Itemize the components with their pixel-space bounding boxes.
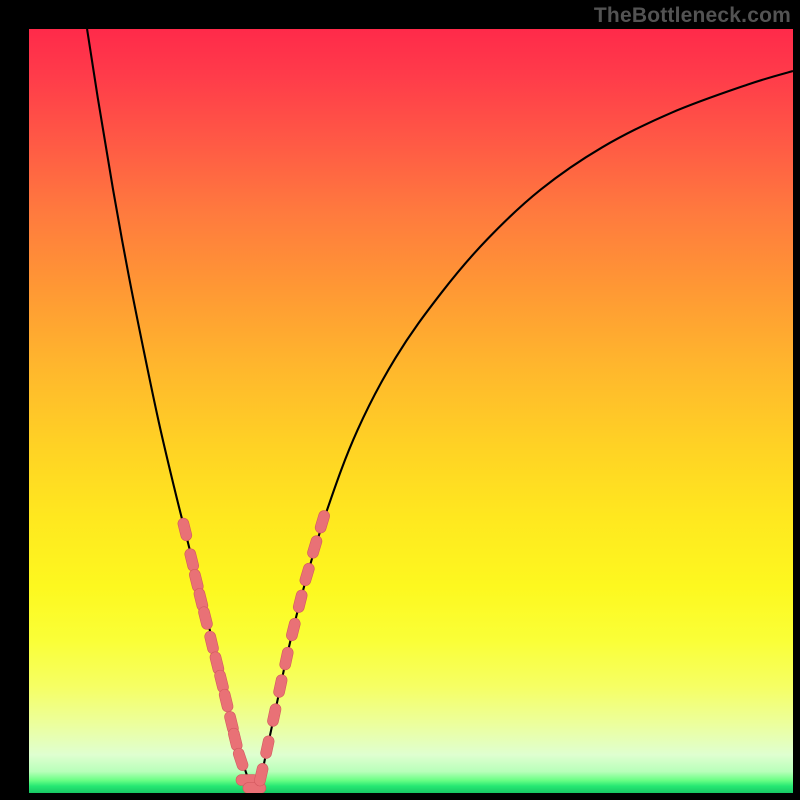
curve-marker xyxy=(197,606,213,631)
chart-svg xyxy=(29,29,793,793)
curve-marker xyxy=(292,589,308,614)
curve-marker xyxy=(227,727,243,752)
curve-marker xyxy=(232,747,250,772)
curve-marker xyxy=(260,735,276,760)
watermark-text: TheBottleneck.com xyxy=(594,4,791,28)
curve-marker xyxy=(177,517,193,542)
curve-marker xyxy=(306,534,323,559)
curve-marker xyxy=(273,674,289,699)
curve-marker xyxy=(184,547,200,572)
curve-marker xyxy=(266,703,282,728)
bottleneck-curve xyxy=(87,29,793,793)
marker-group xyxy=(177,509,331,793)
curve-marker xyxy=(314,509,331,534)
curve-marker xyxy=(279,646,295,671)
outer-frame: TheBottleneck.com xyxy=(0,0,800,800)
curve-marker xyxy=(299,562,316,587)
curve-marker xyxy=(204,630,220,655)
curve-marker xyxy=(253,762,269,787)
plot-area xyxy=(29,29,793,793)
curve-marker xyxy=(218,688,234,713)
curve-marker xyxy=(285,617,301,642)
